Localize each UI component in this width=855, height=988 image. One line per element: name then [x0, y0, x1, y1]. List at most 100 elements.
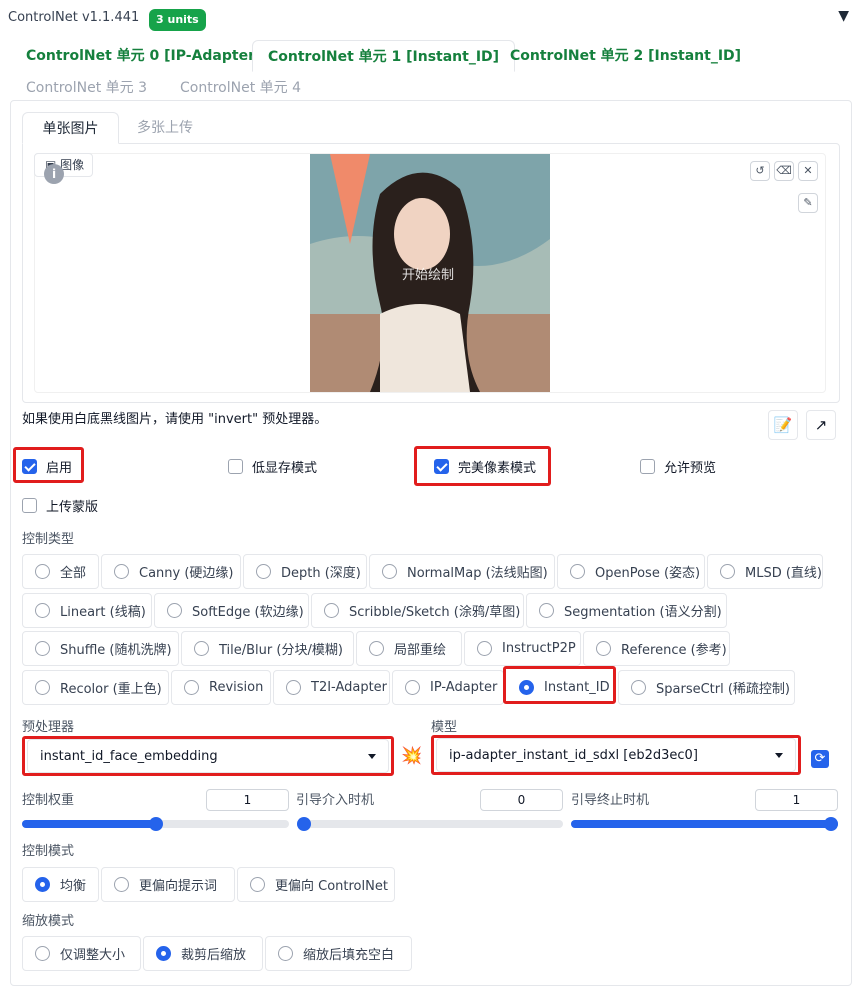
control-type-option[interactable]: Reference (参考) — [583, 631, 730, 666]
control-type-option[interactable]: Shuffle (随机洗牌) — [22, 631, 179, 666]
resize-mode-option[interactable]: 仅调整大小 — [22, 936, 141, 971]
control-type-option[interactable]: T2I-Adapter — [273, 670, 390, 705]
control-type-option[interactable]: InstructP2P — [464, 631, 581, 666]
resize-mode-option[interactable]: 缩放后填充空白 — [265, 936, 412, 971]
radio-circle[interactable] — [382, 564, 397, 579]
control-type-option[interactable]: Tile/Blur (分块/模糊) — [181, 631, 354, 666]
control-type-option[interactable]: Recolor (重上色) — [22, 670, 169, 705]
brush-icon[interactable]: ✎ — [798, 193, 818, 213]
weight-label: 控制权重 — [22, 793, 75, 808]
control-type-option[interactable]: NormalMap (法线贴图) — [369, 554, 555, 589]
radio-circle[interactable] — [167, 603, 182, 618]
tab-unit-1[interactable]: ControlNet 单元 1 [Instant_ID] — [252, 40, 516, 72]
send-arrow-icon[interactable]: ↗ — [806, 410, 836, 440]
control-mode-option[interactable]: 更偏向提示词 — [101, 867, 235, 902]
radio-circle[interactable] — [35, 946, 50, 961]
edit-icon[interactable]: 📝 — [768, 410, 798, 440]
close-icon[interactable]: ✕ — [798, 161, 818, 181]
radio-circle[interactable] — [278, 946, 293, 961]
radio-circle[interactable] — [539, 603, 554, 618]
allow-preview-checkbox-box[interactable] — [640, 459, 655, 474]
slider-fill — [571, 820, 838, 828]
pixel-perfect-checkbox[interactable]: 完美像素模式 — [434, 457, 536, 476]
radio-circle[interactable] — [286, 680, 301, 695]
control-mode-label: 控制模式 — [22, 844, 75, 859]
radio-circle[interactable] — [405, 680, 420, 695]
info-icon[interactable]: i — [44, 164, 64, 184]
model-select[interactable]: ip-adapter_instant_id_sdxl [eb2d3ec0] — [436, 738, 796, 772]
radio-circle[interactable] — [256, 564, 271, 579]
radio-circle[interactable] — [35, 564, 50, 579]
invert-hint: 如果使用白底黑线图片，请使用 "invert" 预处理器。 — [22, 412, 328, 427]
radio-circle[interactable] — [631, 680, 646, 695]
radio-circle[interactable] — [369, 641, 384, 656]
control-type-option[interactable]: SparseCtrl (稀疏控制) — [618, 670, 795, 705]
radio-circle[interactable] — [250, 877, 265, 892]
control-type-option[interactable]: Segmentation (语义分割) — [526, 593, 727, 628]
radio-circle[interactable] — [596, 641, 611, 656]
allow-preview-checkbox[interactable]: 允许预览 — [640, 457, 716, 476]
control-type-label: 控制类型 — [22, 532, 75, 547]
radio-circle[interactable] — [194, 641, 209, 656]
tab-batch-upload[interactable]: 多张上传 — [137, 112, 193, 144]
control-type-option[interactable]: 全部 — [22, 554, 99, 589]
weight-input[interactable]: 1 — [206, 789, 289, 811]
slider-thumb[interactable] — [824, 817, 838, 831]
slider-fill — [22, 820, 156, 828]
control-type-option[interactable]: SoftEdge (软边缘) — [154, 593, 309, 628]
upload-mask-checkbox[interactable]: 上传蒙版 — [22, 496, 98, 515]
radio-circle[interactable] — [114, 877, 129, 892]
refresh-icon[interactable]: ⟳ — [811, 750, 829, 768]
weight-slider[interactable] — [22, 817, 289, 831]
radio-circle[interactable] — [35, 603, 50, 618]
resize-mode-option[interactable]: 裁剪后缩放 — [143, 936, 263, 971]
low-vram-checkbox[interactable]: 低显存模式 — [228, 457, 317, 476]
control-type-option[interactable]: Canny (硬边缘) — [101, 554, 241, 589]
radio-circle-selected[interactable] — [35, 877, 50, 892]
start-label: 引导介入时机 — [296, 793, 375, 808]
control-type-option[interactable]: 局部重绘 — [356, 631, 462, 666]
radio-circle[interactable] — [324, 603, 339, 618]
tab-single-image[interactable]: 单张图片 — [22, 112, 119, 144]
preprocessor-select[interactable]: instant_id_face_embedding — [27, 739, 389, 773]
pixel-perfect-checkbox-box[interactable] — [434, 459, 449, 474]
run-preprocessor-icon[interactable]: 💥 — [401, 746, 422, 766]
radio-circle-selected[interactable] — [519, 680, 534, 695]
control-mode-option[interactable]: 均衡 — [22, 867, 99, 902]
radio-circle[interactable] — [35, 641, 50, 656]
low-vram-checkbox-box[interactable] — [228, 459, 243, 474]
control-type-option[interactable]: Lineart (线稿) — [22, 593, 152, 628]
control-mode-option[interactable]: 更偏向 ControlNet — [237, 867, 395, 902]
start-slider[interactable] — [297, 817, 563, 831]
start-input[interactable]: 0 — [480, 789, 563, 811]
undo-icon[interactable]: ↺ — [750, 161, 770, 181]
radio-circle-selected[interactable] — [156, 946, 171, 961]
slider-thumb[interactable] — [148, 817, 163, 831]
control-type-option[interactable]: Depth (深度) — [243, 554, 367, 589]
control-type-option[interactable]: IP-Adapter — [392, 670, 504, 705]
eraser-icon[interactable]: ⌫ — [774, 161, 794, 181]
control-type-option[interactable]: Revision — [171, 670, 271, 705]
tab-unit-2[interactable]: ControlNet 单元 2 [Instant_ID] — [510, 40, 741, 72]
radio-circle[interactable] — [35, 680, 50, 695]
upload-mask-checkbox-box[interactable] — [22, 498, 37, 513]
tab-unit-0[interactable]: ControlNet 单元 0 [IP-Adapter] — [26, 40, 261, 72]
end-slider[interactable] — [571, 817, 838, 831]
enable-checkbox-box[interactable] — [22, 459, 37, 474]
collapse-arrow-icon[interactable]: ▼ — [838, 8, 849, 24]
canvas-overlay-text: 开始绘制 — [402, 268, 455, 283]
control-type-option[interactable]: MLSD (直线) — [707, 554, 823, 589]
control-type-option-instant-id[interactable]: Instant_ID — [507, 670, 612, 705]
end-label: 引导终止时机 — [571, 793, 650, 808]
radio-circle[interactable] — [477, 641, 492, 656]
radio-circle[interactable] — [570, 564, 585, 579]
preprocessor-label: 预处理器 — [22, 720, 75, 735]
control-type-option[interactable]: Scribble/Sketch (涂鸦/草图) — [311, 593, 524, 628]
radio-circle[interactable] — [184, 680, 199, 695]
radio-circle[interactable] — [720, 564, 735, 579]
radio-circle[interactable] — [114, 564, 129, 579]
control-type-option[interactable]: OpenPose (姿态) — [557, 554, 705, 589]
enable-checkbox[interactable]: 启用 — [22, 457, 72, 476]
slider-thumb[interactable] — [297, 817, 311, 831]
end-input[interactable]: 1 — [755, 789, 838, 811]
